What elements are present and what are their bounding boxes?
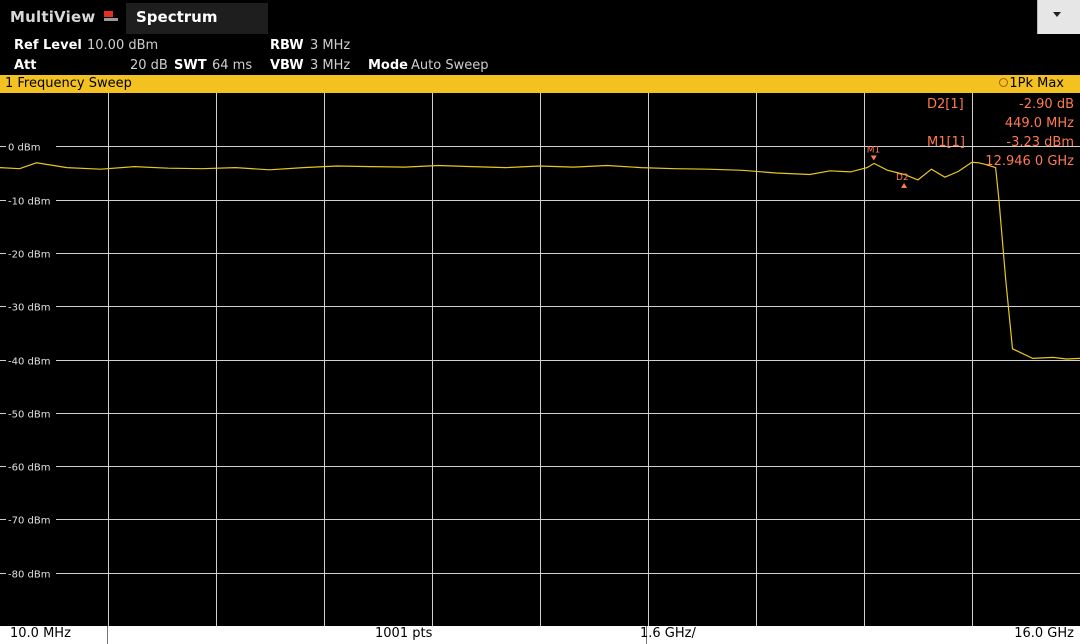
window-title: 1 Frequency Sweep [5,76,132,91]
marker-1-frequency: 12.946 0 GHz [985,154,1074,169]
trace-indicator-icon [999,78,1009,87]
status-footer: 10.0 MHz 1001 pts 1.6 GHz/ 16.0 GHz [0,626,1080,644]
y-tick-label: -80 dBm [8,570,50,581]
y-tick-label: -70 dBm [8,516,50,527]
spectrum-chart[interactable]: 0 dBm -10 dBm -20 dBm -30 dBm -40 dBm -50 dBm… [0,93,1080,626]
y-tick-label: -50 dBm [8,410,50,421]
marker-1-icon[interactable] [870,155,877,161]
rbw-value[interactable]: 3 MHz [310,38,350,53]
y-tick-label: -30 dBm [8,303,50,314]
ref-level-value[interactable]: 10.00 dBm [87,38,158,53]
att-label: Att [14,58,37,73]
vbw-label: VBW [270,58,304,73]
vbw-value[interactable]: 3 MHz [310,58,350,73]
span-per-division[interactable]: 1.6 GHz/ [640,626,696,641]
y-tick-label: -10 dBm [8,197,50,208]
marker-1-level: -3.23 dBm [1006,135,1074,150]
trace-info[interactable]: 1Pk Max [999,76,1064,91]
title-bar: MultiView Spectrum [0,0,1080,34]
marker-1-name: M1 [867,146,881,156]
marker-1-label: M1[1] [927,135,965,150]
mode-value[interactable]: Auto Sweep [411,58,488,73]
swt-value[interactable]: 64 ms [212,58,252,73]
swt-label: SWT [174,58,207,73]
delta-marker-level: -2.90 dB [1019,97,1074,112]
att-value[interactable]: 20 dB [130,58,168,73]
delta-marker-frequency: 449.0 MHz [1004,116,1074,131]
delta-marker-name: D2 [896,173,909,183]
trace-detector: 1Pk Max [1009,76,1064,91]
window-header[interactable]: 1 Frequency Sweep 1Pk Max [0,75,1080,93]
y-tick-label: -20 dBm [8,250,50,261]
tab-spectrum[interactable]: Spectrum [126,3,268,34]
y-tick-label: -40 dBm [8,357,50,368]
rbw-label: RBW [270,38,304,53]
tab-label: Spectrum [136,8,218,26]
delta-marker-icon[interactable] [901,182,908,188]
dropdown-menu-button[interactable] [1037,0,1080,34]
y-tick-label: 0 dBm [8,143,41,154]
chevron-down-icon [1053,12,1061,17]
delta-marker-label: D2[1] [927,97,964,112]
multiview-icon[interactable] [104,11,118,21]
start-frequency[interactable]: 10.0 MHz [10,626,71,641]
sweep-points[interactable]: 1001 pts [375,626,432,641]
mode-label: Mode [368,58,408,73]
app-title: MultiView [10,8,96,26]
spectrum-plot[interactable]: 0 dBm -10 dBm -20 dBm -30 dBm -40 dBm -50 dBm… [0,93,1080,626]
y-tick-label: -60 dBm [8,463,50,474]
stop-frequency[interactable]: 16.0 GHz [1014,626,1074,641]
ref-level-label: Ref Level [14,38,82,53]
measurement-settings: Ref Level 10.00 dBm RBW 3 MHz Att 20 dB … [0,34,1080,75]
